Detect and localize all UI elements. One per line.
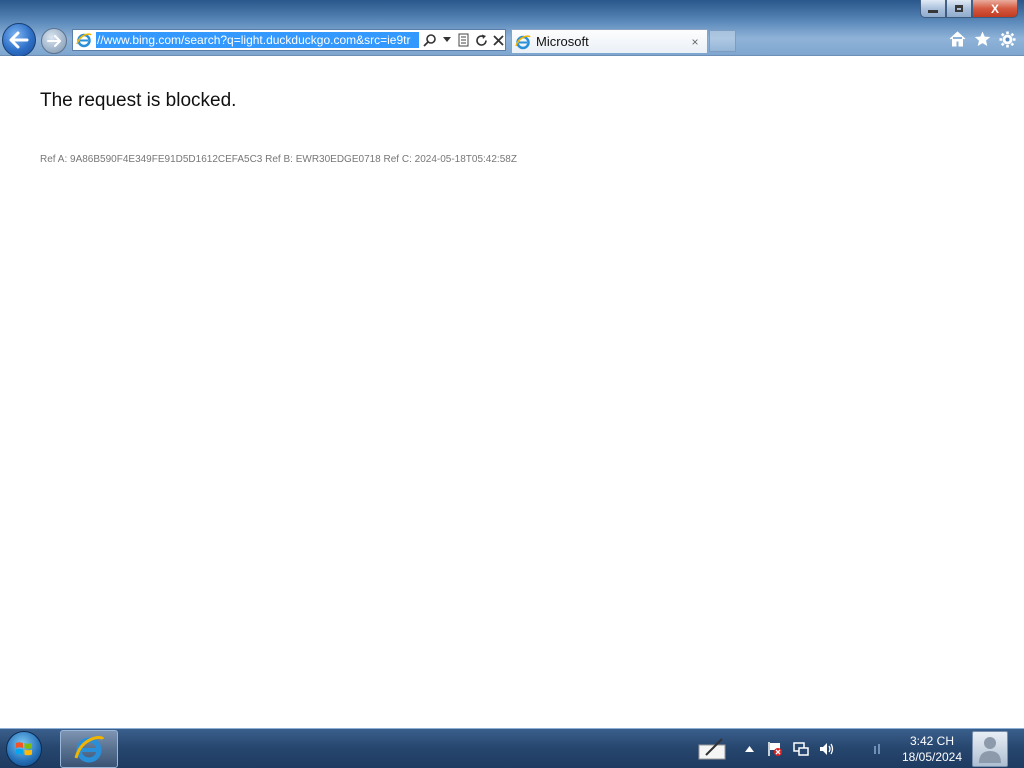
url-field[interactable]: //www.bing.com/search?q=light.duckduckgo… (96, 32, 419, 48)
tab-label: Microsoft (536, 34, 589, 49)
browser-frame: X //www.bing.com/search?q=light.duckduck… (0, 0, 1024, 57)
back-arrow-icon (9, 31, 29, 49)
command-icons (949, 30, 1016, 48)
compat-view-icon[interactable] (457, 32, 471, 48)
user-icon (979, 737, 1001, 763)
ie-logo-icon (75, 31, 93, 49)
start-button[interactable] (4, 730, 44, 768)
maximize-button[interactable] (946, 0, 972, 18)
show-hidden-icons-arrow[interactable] (738, 746, 760, 752)
dropdown-arrow-icon[interactable] (440, 32, 454, 48)
clock[interactable]: 3:42 CH 18/05/2024 (888, 733, 976, 765)
forward-button[interactable] (41, 28, 67, 54)
stop-icon[interactable] (491, 32, 505, 48)
address-bar[interactable]: //www.bing.com/search?q=light.duckduckgo… (72, 29, 506, 51)
close-button[interactable]: X (972, 0, 1018, 18)
minimize-button[interactable] (920, 0, 946, 18)
back-button[interactable] (2, 23, 36, 57)
taskbar: 3:42 CH 18/05/2024 (0, 728, 1024, 768)
refresh-icon[interactable] (474, 32, 488, 48)
minimize-icon (928, 10, 938, 13)
forward-arrow-icon (47, 35, 61, 47)
new-tab-button[interactable] (709, 30, 736, 52)
tab-close-button[interactable]: × (687, 35, 703, 49)
favorites-star-icon[interactable] (974, 30, 991, 48)
tab-microsoft[interactable]: Microsoft × (511, 29, 708, 53)
network-icon[interactable] (790, 741, 812, 757)
reference-info: Ref A: 9A86B590F4E349FE91D5D1612CEFA5C3 … (40, 154, 517, 165)
page-title: The request is blocked. (40, 90, 237, 111)
window-controls: X (920, 0, 1018, 18)
windows-logo-icon (6, 731, 42, 767)
home-icon[interactable] (949, 30, 966, 48)
tools-gear-icon[interactable] (999, 30, 1016, 48)
clock-date: 18/05/2024 (901, 750, 963, 764)
language-bar-icon[interactable] (868, 743, 890, 755)
system-tray (696, 729, 890, 768)
user-avatar[interactable] (972, 731, 1008, 767)
tab-ie-icon (514, 33, 532, 51)
page-content: The request is blocked. Ref A: 9A86B590F… (0, 56, 1024, 728)
search-icon[interactable] (423, 32, 437, 48)
clock-time: 3:42 CH (909, 734, 955, 748)
action-center-flag-icon[interactable] (764, 741, 786, 757)
pen-input-icon[interactable] (696, 736, 730, 762)
ie-logo-icon (74, 735, 105, 763)
taskbar-ie-button[interactable] (60, 730, 118, 768)
restore-icon (955, 5, 963, 12)
volume-icon[interactable] (816, 741, 838, 757)
